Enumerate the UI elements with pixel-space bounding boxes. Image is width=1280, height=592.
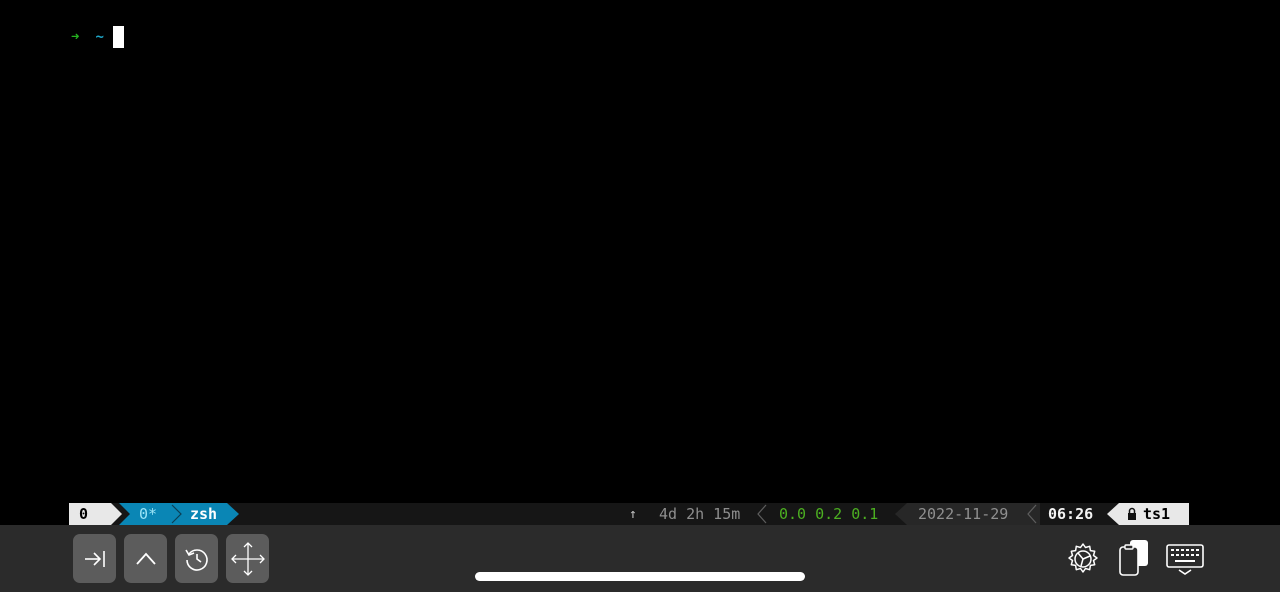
text-cursor [112, 26, 124, 48]
move-icon [230, 541, 265, 576]
uptime-arrow-icon: ↑ [629, 506, 637, 522]
clipboard-button[interactable] [1114, 537, 1154, 577]
uptime: 4d 2h 15m [659, 505, 741, 523]
history-icon [184, 548, 208, 571]
prompt-arrow: ➜ [71, 29, 80, 45]
tmux-status-bar: 0 0* zsh ↑ 4d 2h 15m 0.0 0.2 0.1 2022-11… [0, 503, 1280, 525]
shell-prompt: ➜ ~ [71, 26, 124, 48]
arrow-keys-button[interactable] [226, 534, 269, 583]
date: 2022-11-29 [918, 505, 1009, 523]
terminal-area[interactable]: ➜ ~ [0, 0, 1280, 503]
window-tab-0[interactable]: 0* [139, 503, 157, 525]
session-name[interactable]: 0 [69, 503, 113, 525]
ctrl-key-button[interactable] [124, 534, 167, 583]
tab-key-button[interactable] [73, 534, 116, 583]
caret-up-icon [135, 552, 156, 565]
hostname: ts1 [1143, 505, 1171, 523]
separator-chevron-icon [1027, 504, 1037, 524]
keyboard-toggle-button[interactable] [1164, 539, 1206, 579]
history-button[interactable] [175, 534, 218, 583]
keyboard-icon [1166, 544, 1204, 575]
load-average: 0.0 0.2 0.1 [779, 505, 879, 523]
settings-icon [1068, 543, 1098, 573]
time: 06:26 [1048, 505, 1094, 523]
bottom-toolbar [0, 525, 1280, 592]
separator-chevron-icon [757, 504, 767, 524]
clipboard-icon [1119, 540, 1148, 576]
window-tab-zsh[interactable]: zsh [190, 503, 217, 525]
lock-icon [1128, 507, 1136, 520]
home-indicator[interactable] [475, 572, 805, 581]
settings-button[interactable] [1063, 539, 1103, 579]
prompt-directory: ~ [95, 29, 104, 45]
window-list-bg [119, 503, 239, 525]
tab-icon [84, 550, 105, 567]
status-bar-inner: 0 0* zsh ↑ 4d 2h 15m 0.0 0.2 0.1 2022-11… [69, 503, 1189, 525]
